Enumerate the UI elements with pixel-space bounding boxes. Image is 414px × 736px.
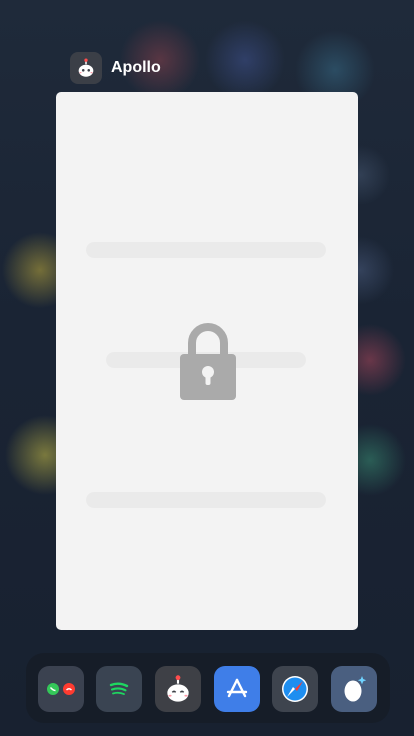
app-snapshot-card[interactable] — [56, 92, 358, 630]
apollo-app-icon — [70, 52, 102, 84]
app-card-header[interactable]: Apollo — [70, 52, 161, 84]
apollo-dock-icon[interactable] — [155, 666, 201, 712]
blurred-content — [86, 242, 326, 258]
phone-call-app-icon[interactable] — [38, 666, 84, 712]
lock-icon — [180, 323, 236, 400]
app-title: Apollo — [111, 59, 161, 76]
safari-compass-icon[interactable] — [272, 666, 318, 712]
app-store-icon[interactable] — [214, 666, 260, 712]
dock — [26, 653, 390, 723]
spotify-app-icon[interactable] — [96, 666, 142, 712]
egg-sparkle-app-icon[interactable] — [331, 666, 377, 712]
blurred-content — [86, 492, 326, 508]
